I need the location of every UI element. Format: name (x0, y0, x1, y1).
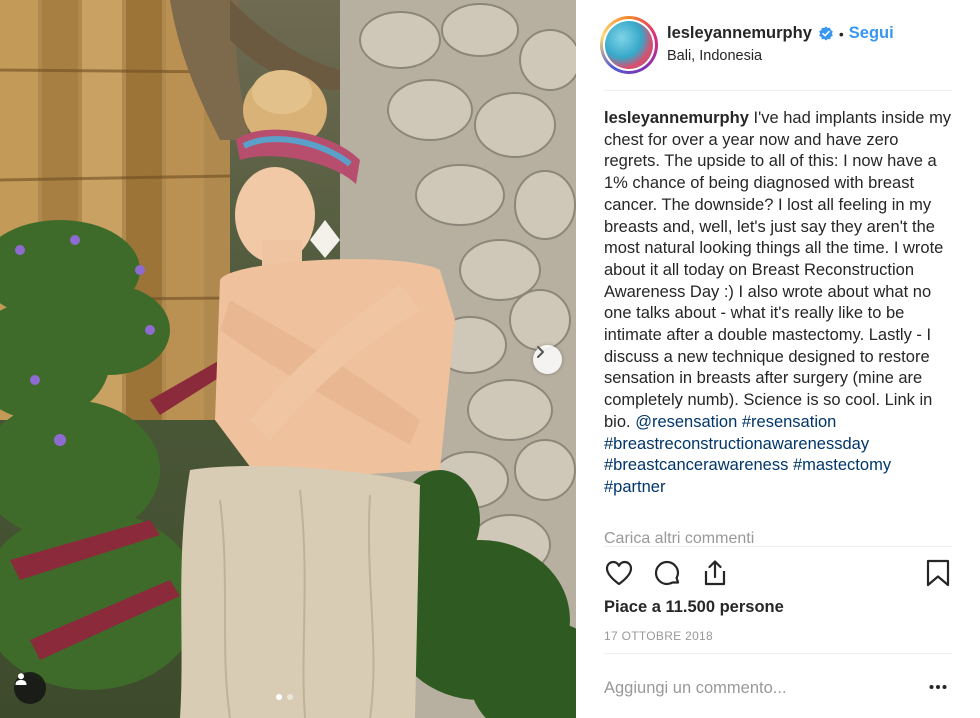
user-tags-button[interactable] (14, 672, 46, 704)
chevron-right-icon (537, 346, 544, 358)
carousel-next-button[interactable] (533, 345, 562, 374)
post-caption: lesleyannemurphy I've had implants insid… (604, 108, 954, 499)
bookmark-icon (926, 559, 950, 587)
caption-hashtag[interactable]: #resensation (742, 413, 836, 431)
username-link[interactable]: lesleyannemurphy (667, 24, 812, 43)
caption-hashtag[interactable]: #mastectomy (793, 456, 891, 474)
comment-bubble-icon (654, 560, 680, 586)
post-photo[interactable] (0, 0, 576, 718)
username-row: lesleyannemurphy • Segui (667, 24, 894, 43)
divider (604, 546, 952, 547)
like-button[interactable] (604, 558, 634, 593)
caption-mention[interactable]: @resensation (635, 413, 737, 431)
location-link[interactable]: Bali, Indonesia (667, 48, 762, 64)
more-options-icon (929, 685, 947, 689)
heart-icon (605, 560, 633, 586)
user-tag-icon (15, 673, 27, 685)
caption-username[interactable]: lesleyannemurphy (604, 109, 749, 127)
share-upload-icon (704, 560, 726, 586)
carousel-dots (276, 694, 293, 700)
photo-illustration (0, 0, 576, 718)
save-button[interactable] (924, 558, 952, 593)
caption-hashtag[interactable]: #breastreconstructionawarenessday (604, 435, 869, 453)
verified-badge-icon (818, 26, 834, 42)
follow-button[interactable]: Segui (849, 24, 894, 43)
likes-count[interactable]: Piace a 11.500 persone (604, 598, 784, 617)
divider (604, 653, 952, 654)
caption-text: I've had implants inside my chest for ov… (604, 109, 952, 431)
comment-input[interactable] (604, 676, 904, 700)
post-side-panel: lesleyannemurphy • Segui Bali, Indonesia… (576, 0, 980, 718)
carousel-dot (287, 694, 293, 700)
comment-button[interactable] (652, 558, 682, 593)
divider (604, 90, 952, 91)
post-header: lesleyannemurphy • Segui Bali, Indonesia (576, 0, 980, 90)
post-date[interactable]: 17 OTTOBRE 2018 (604, 629, 713, 643)
caption-hashtag[interactable]: #partner (604, 478, 665, 496)
caption-hashtag[interactable]: #breastcancerawareness (604, 456, 788, 474)
carousel-dot-active (276, 694, 282, 700)
separator-dot: • (838, 25, 844, 42)
avatar-image (605, 21, 653, 69)
more-options-button[interactable] (928, 677, 948, 702)
avatar[interactable] (600, 16, 658, 74)
share-button[interactable] (700, 558, 730, 593)
